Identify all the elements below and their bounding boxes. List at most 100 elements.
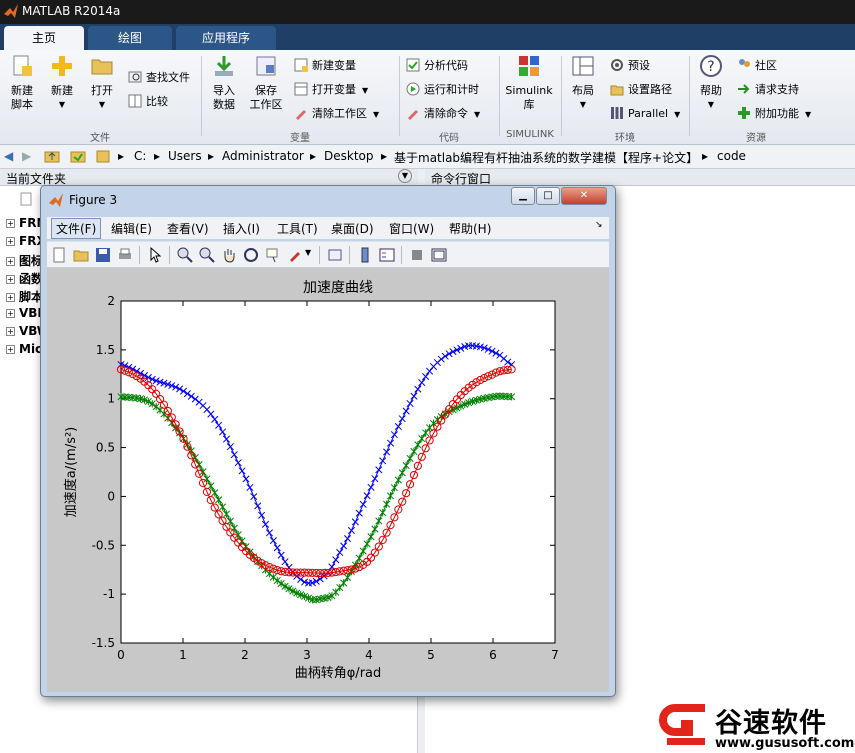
x-tick-label: 3: [303, 648, 311, 662]
new-script-button[interactable]: 新建 脚本: [4, 50, 40, 112]
preferences-button[interactable]: 预设: [610, 56, 650, 76]
request-support-button[interactable]: 请求支持: [737, 80, 799, 100]
menu-desktop[interactable]: 桌面(D): [331, 220, 374, 237]
minimize-button[interactable]: ▁: [511, 187, 535, 205]
watermark: 谷速软件 www.gususoft.com: [655, 698, 855, 753]
acceleration-plot[interactable]: 0 1 2 3 4 5 6 7 -1.5 -1 -0.5 0 0.5 1 1.5 2 加速度曲线曲柄转角φ/ra…: [47, 268, 609, 692]
show-plot-tools-icon[interactable]: [431, 247, 447, 263]
menu-view[interactable]: 查看(V): [167, 220, 209, 237]
save-workspace-icon: [256, 56, 276, 76]
hide-plot-tools-icon[interactable]: [409, 247, 425, 263]
dock-arrow-icon[interactable]: ↘: [595, 220, 603, 230]
tree-item[interactable]: + 函数: [6, 270, 43, 287]
new-button[interactable]: 新建 ▼: [44, 50, 80, 112]
forward-arrow-icon[interactable]: ▶: [22, 149, 31, 163]
new-script-label-1: 新建: [11, 84, 33, 97]
data-cursor-icon[interactable]: [265, 247, 281, 263]
tab-home[interactable]: 主页: [4, 26, 84, 50]
link-plot-icon[interactable]: [327, 247, 343, 263]
layout-button[interactable]: 布局 ▼: [565, 50, 601, 112]
simulink-label-2: 库: [523, 98, 535, 111]
open-file-icon[interactable]: [73, 247, 89, 263]
brush-dropdown-icon[interactable]: ▼: [305, 248, 311, 257]
rotate-3d-icon[interactable]: [243, 247, 259, 263]
parallel-button[interactable]: Parallel ▼: [610, 104, 680, 124]
ribbon-divider: [689, 56, 690, 136]
brush-icon[interactable]: [287, 247, 303, 263]
find-files-button[interactable]: 查找文件: [128, 68, 190, 88]
help-label: 帮助: [700, 84, 722, 97]
colorbar-icon[interactable]: [357, 247, 373, 263]
matlab-logo-icon: [49, 193, 63, 207]
analyze-code-button[interactable]: 分析代码: [406, 56, 468, 76]
new-figure-icon[interactable]: [51, 247, 67, 263]
y-axis-label: 加速度a/(m/s²): [63, 427, 79, 518]
add-ons-button[interactable]: 附加功能 ▼: [737, 104, 811, 124]
save-icon[interactable]: [95, 247, 111, 263]
back-arrow-icon[interactable]: ◀: [4, 149, 13, 163]
tab-apps[interactable]: 应用程序: [176, 26, 276, 50]
print-icon[interactable]: [117, 247, 133, 263]
expand-icon[interactable]: +: [6, 237, 15, 246]
breadcrumb-code[interactable]: code: [717, 149, 746, 163]
maximize-button[interactable]: □: [536, 187, 560, 205]
help-button[interactable]: ? 帮助 ▼: [693, 50, 729, 112]
figure-window[interactable]: Figure 3 ▁ □ ✕ 文件(F) 编辑(E) 查看(V) 插入(I) 工…: [40, 185, 616, 697]
set-path-button[interactable]: 设置路径: [610, 80, 672, 100]
address-bar: ◀ ▶ ▸ C: ▸ Users ▸ Administrator ▸ Deskt…: [0, 145, 855, 169]
expand-icon[interactable]: +: [6, 219, 15, 228]
open-button[interactable]: 打开 ▼: [84, 50, 120, 112]
zoom-out-icon[interactable]: [199, 247, 215, 263]
expand-icon[interactable]: +: [6, 275, 15, 284]
tab-plots[interactable]: 绘图: [88, 26, 172, 50]
menu-edit[interactable]: 编辑(E): [111, 220, 152, 237]
menu-window[interactable]: 窗口(W): [389, 220, 434, 237]
breadcrumb-users[interactable]: Users: [168, 149, 202, 163]
folder-icon: [96, 149, 110, 166]
up-folder-icon[interactable]: [44, 149, 60, 166]
pan-hand-icon[interactable]: [221, 247, 237, 263]
breadcrumb-project[interactable]: 基于matlab编程有杆抽油系统的数学建模【程序+论文】: [394, 149, 698, 166]
legend-icon[interactable]: [379, 247, 395, 263]
simulink-library-button[interactable]: Simulink 库: [503, 50, 555, 112]
menu-help[interactable]: 帮助(H): [449, 220, 491, 237]
save-workspace-button[interactable]: 保存 工作区: [246, 50, 286, 112]
menu-file[interactable]: 文件(F): [51, 218, 102, 239]
compare-icon: [128, 94, 142, 108]
run-and-time-button[interactable]: 运行和计时: [406, 80, 479, 100]
expand-icon[interactable]: +: [6, 293, 15, 302]
panel-menu-icon[interactable]: ▼: [398, 169, 412, 183]
menu-insert[interactable]: 插入(I): [223, 220, 260, 237]
tree-item[interactable]: + 脚本: [6, 288, 43, 305]
new-variable-button[interactable]: 新建变量: [294, 56, 356, 76]
open-variable-button[interactable]: 打开变量 ▼: [294, 80, 368, 100]
x-tick-label: 1: [179, 648, 187, 662]
menu-tools[interactable]: 工具(T): [277, 220, 318, 237]
clear-workspace-button[interactable]: 清除工作区 ▼: [294, 104, 379, 124]
browse-folder-icon[interactable]: [70, 149, 86, 166]
close-button[interactable]: ✕: [561, 187, 607, 205]
zoom-in-icon[interactable]: [177, 247, 193, 263]
breadcrumb-administrator[interactable]: Administrator: [222, 149, 304, 163]
expand-icon[interactable]: +: [6, 309, 15, 318]
breadcrumb-desktop[interactable]: Desktop: [324, 149, 374, 163]
add-ons-dropdown-icon: ▼: [805, 110, 812, 119]
import-data-button[interactable]: 导入 数据: [205, 50, 243, 112]
import-icon: [215, 56, 233, 76]
save-label-1: 保存: [255, 84, 277, 97]
tree-item[interactable]: + 图标: [6, 252, 43, 269]
community-button[interactable]: 社区: [737, 56, 777, 76]
tree-item[interactable]: + Mic: [6, 342, 42, 356]
breadcrumb-drive[interactable]: C:: [134, 149, 146, 163]
expand-icon[interactable]: +: [6, 345, 15, 354]
help-icon: ?: [700, 55, 722, 77]
toolbar-divider: [349, 246, 350, 264]
watermark-brand: 谷速软件: [715, 708, 827, 739]
compare-button[interactable]: 比较: [128, 92, 168, 112]
expand-icon[interactable]: +: [6, 327, 15, 336]
breadcrumb-separator: ▸: [310, 149, 317, 163]
clear-commands-button[interactable]: 清除命令 ▼: [406, 104, 480, 124]
pointer-icon[interactable]: [147, 247, 163, 263]
clear-commands-label: 清除命令: [424, 107, 468, 120]
expand-icon[interactable]: +: [6, 257, 15, 266]
